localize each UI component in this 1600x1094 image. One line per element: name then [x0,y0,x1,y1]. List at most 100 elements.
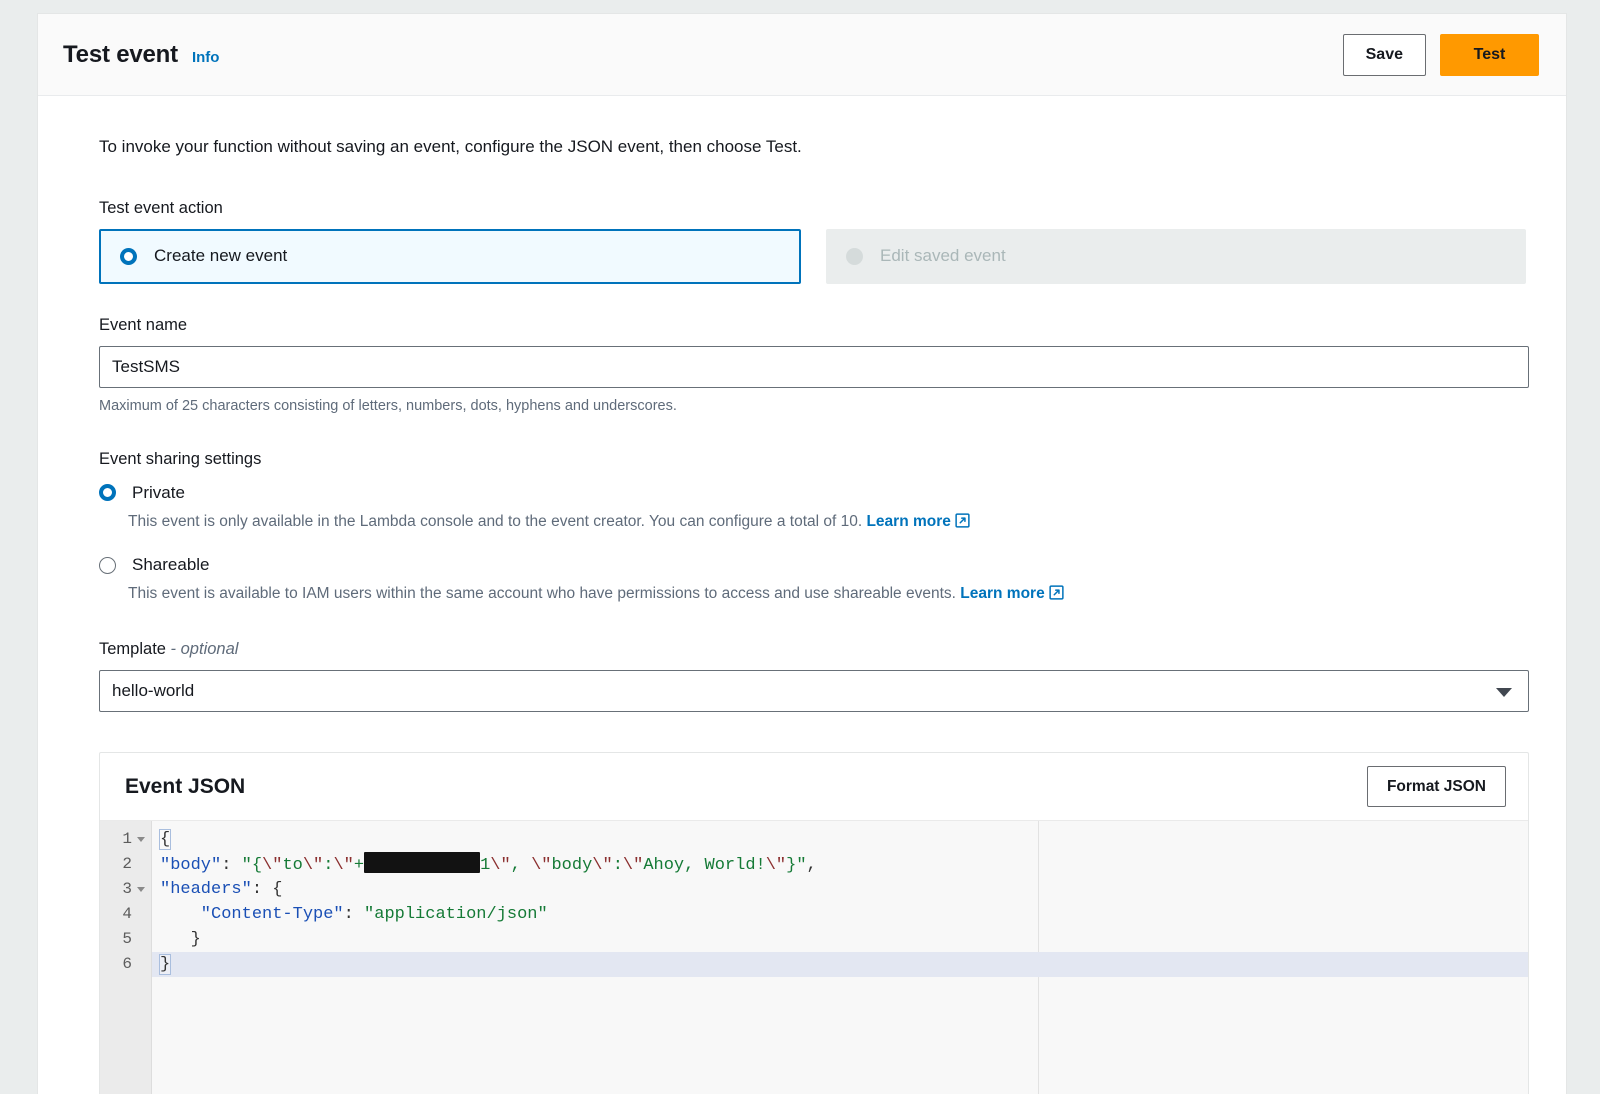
template-label: Template - optional [99,640,1526,659]
test-event-panel: Test event Info Save Test To invoke your… [37,13,1567,1094]
event-json-title: Event JSON [125,774,246,798]
code-token-string: to [282,856,303,876]
radio-tile-create-new-event-label: Create new event [154,246,288,266]
test-button[interactable]: Test [1440,33,1539,76]
external-link-icon [1049,585,1064,606]
learn-more-private-label: Learn more [866,512,951,530]
test-event-action-label: Test event action [99,198,223,217]
editor-gutter: 1 2 3 4 5 6 [100,821,152,1094]
gutter-line-number: 3 [122,880,132,899]
code-line-2: "body": "{\"to\":\"+ 1\", \"body\":\"Ahoy… [152,852,1528,877]
code-token-key: "headers" [160,880,252,900]
code-token-escape: \" [531,856,552,876]
gutter-line: 1 [100,827,151,852]
radio-private[interactable]: Private [99,483,1526,503]
fold-triangle-icon[interactable] [137,887,145,893]
code-token-punc: : [221,856,242,876]
radio-icon-private [99,484,116,502]
info-link[interactable]: Info [192,49,220,66]
gutter-line: 3 [100,877,151,902]
code-token-string: : [612,856,623,876]
code-token-escape: \" [622,856,644,876]
gutter-line-number: 2 [122,855,132,874]
external-link-icon [955,513,970,534]
radio-tile-edit-saved-event: Edit saved event [826,228,1526,284]
radio-tile-edit-saved-event-label: Edit saved event [880,246,1006,266]
format-json-button[interactable]: Format JSON [1366,766,1506,808]
panel-header-actions: Save Test [1342,33,1539,76]
code-token-escape: \" [765,856,787,876]
code-line-1: { [152,827,1528,852]
code-token-punc: , [806,856,817,876]
code-token-key: "Content-Type" [160,905,344,925]
page-title: Test event [63,40,178,68]
code-token-escape: \" [302,856,324,876]
radio-shareable-description: This event is available to IAM users wit… [128,584,1526,606]
editor-code-area[interactable]: { "body": "{\"to\":\"+ 1\", \"body\":\"Ah… [152,821,1528,1094]
code-token-string: Ahoy, World! [643,856,766,876]
code-token-escape: \" [490,856,511,876]
code-token-string: + [353,856,365,876]
gutter-line-number: 4 [122,905,132,924]
code-line-6: } [152,952,1528,978]
event-sharing-label: Event sharing settings [99,449,262,468]
radio-icon-edit-saved-event [846,247,863,265]
code-line-5: } [152,927,1528,952]
template-select-wrap: hello-world [99,670,1529,713]
code-token-string: , [510,856,532,876]
save-button[interactable]: Save [1342,33,1426,76]
event-sharing-option-private: Private This event is only available in … [99,483,1526,534]
event-sharing-option-shareable: Shareable This event is available to IAM… [99,555,1526,606]
code-token-string: }" [786,856,807,876]
gutter-line: 5 [100,927,151,952]
radio-private-description-text: This event is only available in the Lamb… [128,512,863,530]
event-name-label: Event name [99,315,188,334]
radio-private-description: This event is only available in the Lamb… [128,512,1526,534]
learn-more-shareable-label: Learn more [960,585,1045,603]
event-json-editor[interactable]: 1 2 3 4 5 6 { "body": "{\"to\":\"+ 1\", \… [100,820,1528,1094]
code-token-punc: } [160,930,201,950]
radio-tile-create-new-event[interactable]: Create new event [99,228,801,284]
panel-body: To invoke your function without saving a… [38,96,1566,1094]
radio-icon-shareable [99,556,116,574]
event-json-header: Event JSON Format JSON [100,753,1528,820]
intro-text: To invoke your function without saving a… [99,137,802,156]
code-token-punc: : { [251,880,283,900]
gutter-line: 2 [100,852,151,877]
code-token-punc: : [343,905,365,925]
test-event-action-group: Create new event Edit saved event [99,228,1526,284]
gutter-line: 4 [100,902,151,927]
template-label-main: Template [99,640,166,659]
gutter-line-number: 1 [122,830,132,849]
code-token-escape: \" [592,856,613,876]
redaction-bar [364,852,481,874]
code-line-4: "Content-Type": "application/json" [152,902,1528,927]
code-token-string: "{ [241,856,263,876]
gutter-line: 6 [100,952,151,977]
radio-shareable-label: Shareable [132,555,210,575]
template-select-value: hello-world [112,681,195,701]
code-line-3: "headers": { [152,877,1528,902]
radio-shareable[interactable]: Shareable [99,555,1526,575]
event-json-container: Event JSON Format JSON 1 2 3 4 5 6 { "bo… [99,752,1529,1094]
code-token-escape: \" [333,856,354,876]
radio-shareable-description-text: This event is available to IAM users wit… [128,585,956,603]
code-token-string: : [323,856,334,876]
code-token-escape: \" [262,856,283,876]
panel-header-left: Test event Info [63,41,1343,69]
panel-header: Test event Info Save Test [38,14,1566,96]
event-name-input[interactable] [99,345,1529,388]
code-token-key: "body" [160,856,222,876]
learn-more-link-private[interactable]: Learn more [866,512,970,530]
radio-private-label: Private [132,482,185,502]
fold-triangle-icon[interactable] [137,837,145,843]
event-name-constraint: Maximum of 25 characters consisting of l… [99,397,677,414]
code-token-string: "application/json" [364,905,548,925]
learn-more-link-shareable[interactable]: Learn more [960,585,1064,603]
gutter-line-number: 6 [122,955,132,974]
code-line-1-text: { [158,829,172,851]
gutter-line-number: 5 [122,930,132,949]
code-token-punc: } [158,954,172,976]
code-token-string: body [551,856,593,876]
template-select[interactable]: hello-world [99,670,1529,713]
